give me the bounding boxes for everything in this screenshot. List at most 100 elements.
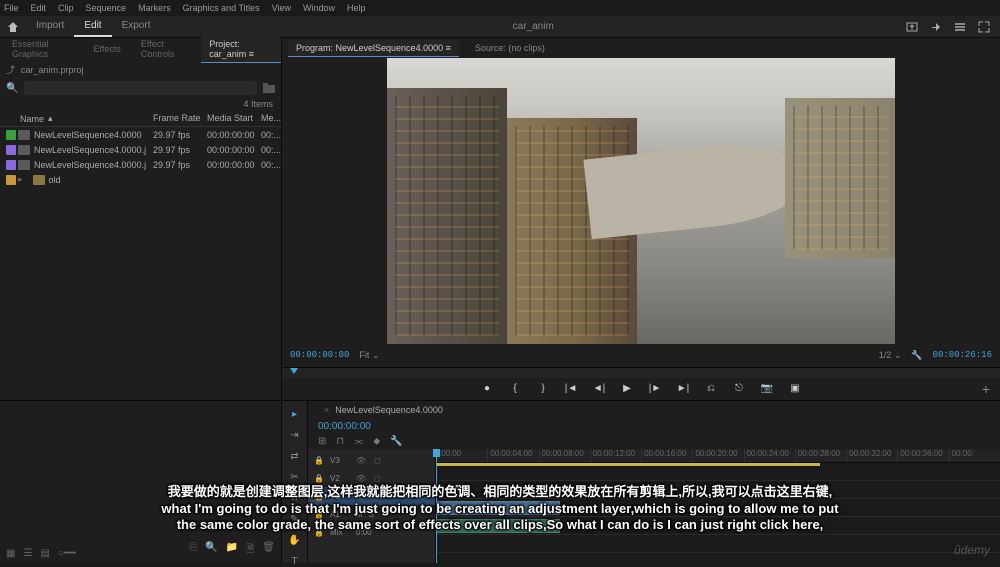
nest-icon[interactable]: ⊞	[318, 436, 326, 447]
project-item[interactable]: NewLevelSequence4.0000.j 29.97 fps 00:00…	[0, 142, 281, 157]
export-frame-icon[interactable]: 📷	[760, 382, 774, 396]
tab-import[interactable]: Import	[26, 16, 74, 37]
new-bin-icon[interactable]: 📁	[226, 542, 238, 559]
comparison-view-icon[interactable]: ▣	[788, 382, 802, 396]
col-mediaend[interactable]: Me...	[261, 113, 281, 124]
lane-a1[interactable]	[436, 517, 1000, 535]
ripple-tool-icon[interactable]: ⇄	[287, 451, 303, 462]
home-icon[interactable]	[0, 21, 26, 33]
lock-icon[interactable]: 🔒	[314, 510, 324, 519]
marker-icon[interactable]: ⬥	[373, 436, 380, 447]
razor-tool-icon[interactable]: ✂	[287, 472, 303, 483]
freeform-view-icon[interactable]: ▦	[6, 548, 15, 559]
bin-back-icon[interactable]: ⤴	[6, 63, 15, 76]
project-item[interactable]: NewLevelSequence4.0000.j 29.97 fps 00:00…	[0, 157, 281, 172]
expand-icon[interactable]: ▸	[18, 174, 23, 185]
lock-icon[interactable]: 🔒	[314, 492, 324, 501]
playhead[interactable]	[436, 449, 437, 563]
share-icon[interactable]	[930, 21, 942, 33]
sequence-name[interactable]: NewLevelSequence4.0000	[335, 405, 443, 415]
col-mediastart[interactable]: Media Start	[207, 113, 261, 124]
find-icon[interactable]: 🔍	[205, 542, 217, 559]
button-editor-icon[interactable]: +	[982, 381, 990, 397]
timeline-tracks[interactable]: :00:00 00:00:04:00 00:00:08:00 00:00:12:…	[436, 449, 1000, 563]
tab-source-monitor[interactable]: Source: (no clips)	[467, 40, 553, 56]
tab-project[interactable]: Project: car_anim ≡	[201, 36, 281, 63]
lane-v1[interactable]	[436, 499, 1000, 517]
lock-icon[interactable]: 🔒	[314, 456, 324, 465]
lock-icon[interactable]: 🔒	[314, 474, 324, 483]
timeline-timecode[interactable]: 00:00:00:00	[318, 421, 371, 432]
tab-effects[interactable]: Effects	[86, 41, 129, 57]
sort-asc-icon[interactable]: ▴	[48, 113, 53, 124]
settings-wrench-icon[interactable]: 🔧	[390, 436, 402, 447]
go-to-out-icon[interactable]: ►|	[676, 382, 690, 396]
tab-effect-controls[interactable]: Effect Controls	[133, 36, 197, 62]
auto-sequence-icon[interactable]: ⎘	[189, 542, 197, 559]
track-a1[interactable]: 🔒A1M S	[308, 505, 435, 523]
list-view-icon[interactable]: ☰	[23, 548, 32, 559]
track-v1[interactable]: 🔒V1👁fx	[308, 487, 435, 505]
lock-icon[interactable]: 🔒	[314, 528, 324, 537]
track-v2[interactable]: 🔒V2👁◻	[308, 469, 435, 487]
project-folder[interactable]: ▸ old	[0, 172, 281, 187]
zoom-fit-dropdown[interactable]: Fit ⌄	[359, 350, 379, 361]
play-icon[interactable]: ▶	[620, 382, 634, 396]
lane-mix[interactable]	[436, 535, 1000, 553]
mark-in-icon[interactable]: {	[508, 382, 522, 396]
video-clip[interactable]	[492, 501, 560, 515]
extract-icon[interactable]: ⎋	[732, 382, 746, 396]
menu-window[interactable]: Window	[303, 3, 335, 13]
menu-edit[interactable]: Edit	[31, 3, 47, 13]
new-item-icon[interactable]: 🗎	[246, 542, 254, 559]
menu-markers[interactable]: Markers	[138, 3, 171, 13]
timeline-close-icon[interactable]: ×	[324, 405, 329, 415]
step-forward-icon[interactable]: |►	[648, 382, 662, 396]
col-name-label[interactable]: Name	[20, 114, 44, 124]
go-to-in-icon[interactable]: |◄	[564, 382, 578, 396]
program-viewer[interactable]	[282, 58, 1000, 344]
tab-export[interactable]: Export	[112, 16, 161, 37]
snap-icon[interactable]: ⊓	[336, 436, 344, 447]
quick-export-icon[interactable]	[906, 21, 918, 33]
icon-view-icon[interactable]: ▤	[40, 548, 49, 559]
linked-selection-icon[interactable]: ⫘	[354, 436, 363, 447]
settings-icon[interactable]: 🔧	[911, 350, 922, 361]
type-tool-icon[interactable]: T	[287, 556, 303, 567]
tab-program-monitor[interactable]: Program: NewLevelSequence4.0000 ≡	[288, 40, 459, 57]
trash-icon[interactable]: 🗑	[262, 542, 275, 559]
selection-tool-icon[interactable]: ▸	[287, 409, 303, 420]
menu-help[interactable]: Help	[347, 3, 366, 13]
menu-graphics[interactable]: Graphics and Titles	[183, 3, 260, 13]
hand-tool-icon[interactable]: ✋	[287, 535, 303, 546]
track-v3[interactable]: 🔒V3👁◻	[308, 451, 435, 469]
playhead-marker[interactable]	[290, 368, 298, 374]
track-mix[interactable]: 🔒Mix0:00	[308, 523, 435, 541]
add-marker-icon[interactable]: ●	[480, 382, 494, 396]
panel-menu-icon[interactable]: ≡	[446, 43, 451, 53]
maximize-icon[interactable]	[978, 21, 990, 33]
menu-view[interactable]: View	[272, 3, 291, 13]
pen-tool-icon[interactable]: ✎	[287, 514, 303, 525]
tab-edit[interactable]: Edit	[74, 16, 111, 37]
program-scrubber[interactable]	[282, 367, 1000, 378]
mute-icon[interactable]: ◻	[374, 474, 386, 483]
time-ruler[interactable]: :00:00 00:00:04:00 00:00:08:00 00:00:12:…	[436, 449, 1000, 463]
project-search-input[interactable]	[24, 81, 257, 95]
tab-essential-graphics[interactable]: Essential Graphics	[4, 36, 82, 62]
lift-icon[interactable]: ⎌	[704, 382, 718, 396]
video-clip[interactable]	[436, 501, 492, 515]
eye-icon[interactable]: 👁	[356, 456, 368, 465]
menu-sequence[interactable]: Sequence	[86, 3, 127, 13]
menu-clip[interactable]: Clip	[58, 3, 74, 13]
project-item[interactable]: NewLevelSequence4.0000 29.97 fps 00:00:0…	[0, 127, 281, 142]
track-select-tool-icon[interactable]: ⇥	[287, 430, 303, 441]
step-back-icon[interactable]: ◄|	[592, 382, 606, 396]
audio-clip[interactable]	[436, 519, 560, 533]
lane-v2[interactable]	[436, 481, 1000, 499]
menu-file[interactable]: File	[4, 3, 19, 13]
resolution-dropdown[interactable]: 1/2 ⌄	[879, 350, 902, 361]
slip-tool-icon[interactable]: ↔	[287, 493, 303, 504]
mute-icon[interactable]: fx	[374, 492, 386, 501]
eye-icon[interactable]: 👁	[356, 474, 368, 483]
